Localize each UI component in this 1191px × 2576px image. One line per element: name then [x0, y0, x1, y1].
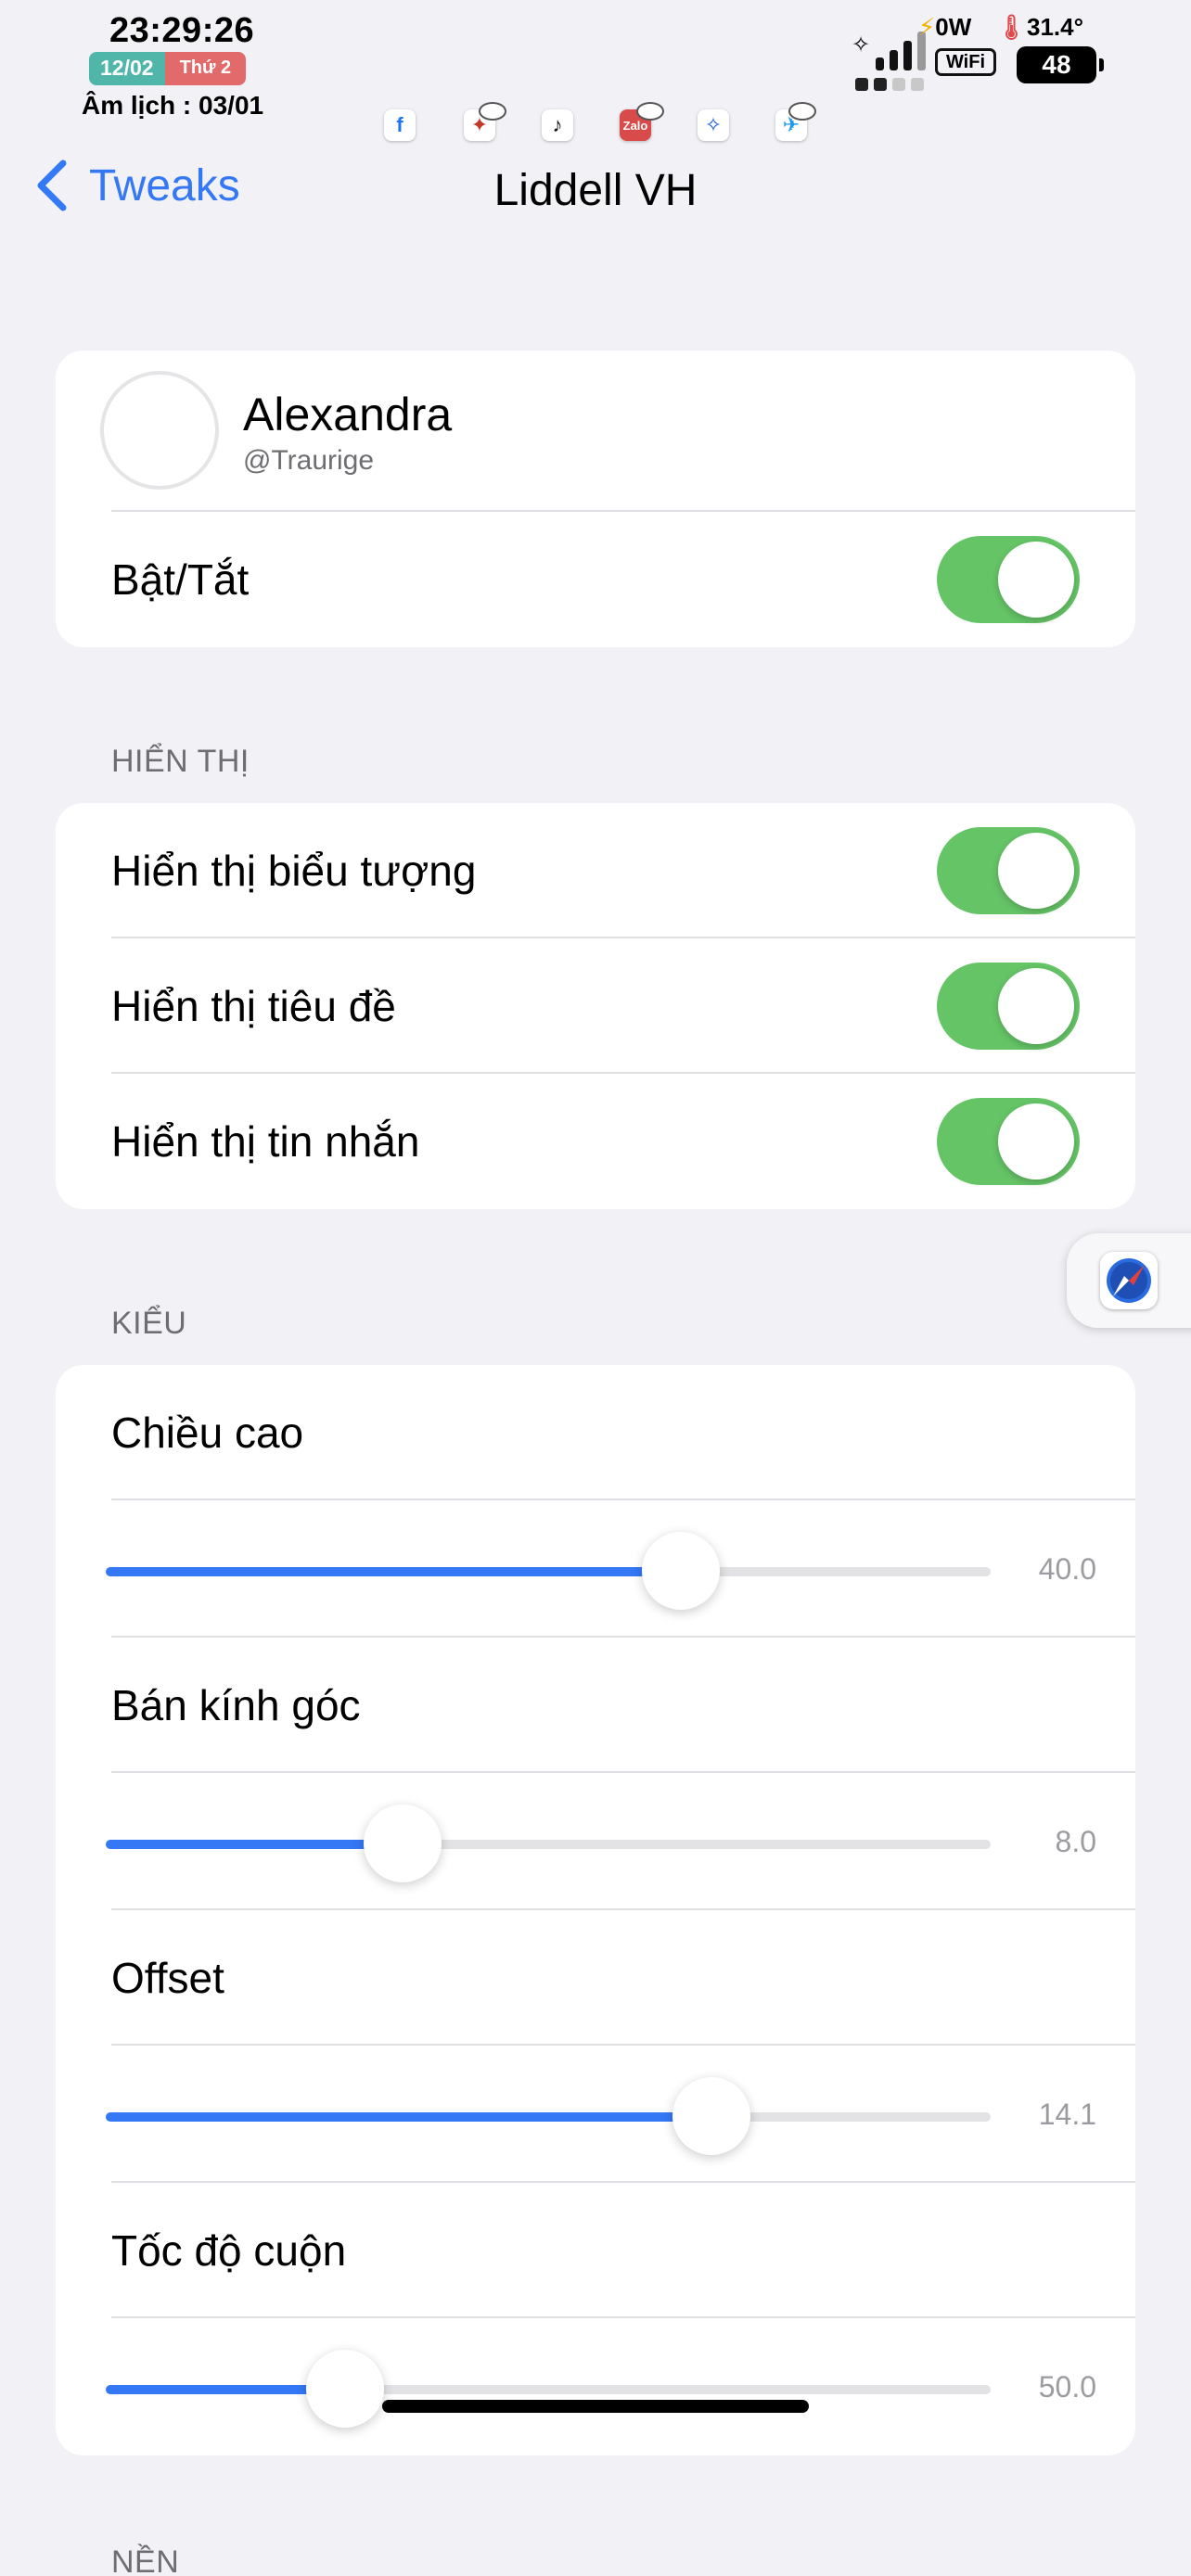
- toggle-row-show-message: Hiển thị tin nhắn: [56, 1074, 1135, 1209]
- profile-group: Alexandra @Traurige Bật/Tắt: [56, 351, 1135, 647]
- tiktok-icon: ♪: [542, 109, 573, 141]
- status-bar: 23:29:26 12/02 Thứ 2 Âm lịch : 03/01 f ✦…: [0, 0, 1191, 141]
- slider-fill: [106, 2112, 712, 2122]
- corner-radius-slider-row: 8.0: [56, 1773, 1135, 1910]
- date-badge: 12/02 Thứ 2: [89, 52, 247, 85]
- display-group: Hiển thị biểu tượng Hiển thị tiêu đề Hiể…: [56, 803, 1135, 1209]
- message-bubble-icon: [479, 102, 506, 121]
- section-header-display: HIỂN THỊ: [111, 744, 250, 779]
- slider-thumb[interactable]: [642, 1532, 721, 1610]
- enable-label: Bật/Tắt: [111, 555, 250, 604]
- slider-label: Tốc độ cuộn: [111, 2226, 347, 2275]
- section-header-style: KIỂU: [111, 1306, 187, 1341]
- slider-label-row: Tốc độ cuộn: [56, 2183, 1135, 2318]
- safari-compass-icon: [1100, 1252, 1158, 1309]
- message-bubble-icon: [788, 102, 816, 121]
- date-text: 12/02: [89, 52, 165, 85]
- slider-label: Chiều cao: [111, 1409, 304, 1457]
- page-title: Liddell VH: [493, 166, 698, 215]
- bolt-icon: ⚡: [918, 13, 936, 41]
- section-header-background: NỀN: [111, 2544, 180, 2576]
- slider-label-row: Offset: [56, 1910, 1135, 2046]
- toggle-row-label: Hiển thị biểu tượng: [111, 847, 477, 895]
- toggle-knob: [998, 968, 1074, 1044]
- toggle-knob: [998, 542, 1074, 618]
- wifi-icon: WiFi: [935, 48, 996, 76]
- slider-thumb[interactable]: [305, 2350, 384, 2428]
- power-readout: ⚡0W: [918, 13, 972, 41]
- lunar-date: Âm lịch : 03/01: [82, 91, 264, 120]
- home-indicator[interactable]: [382, 2400, 809, 2413]
- toggle-row-label: Hiển thị tin nhắn: [111, 1117, 420, 1166]
- slider-thumb[interactable]: [363, 1804, 442, 1882]
- message-bubble-icon: [636, 102, 664, 121]
- show-icon-toggle[interactable]: [937, 827, 1080, 914]
- toggle-knob: [998, 1103, 1074, 1180]
- safari-icon: ✧: [698, 109, 729, 141]
- toggle-row-show-icon: Hiển thị biểu tượng: [56, 803, 1135, 938]
- profile-name: Alexandra: [243, 389, 453, 440]
- thermometer-icon: 🌡: [996, 13, 1028, 41]
- slider-label: Bán kính góc: [111, 1681, 361, 1729]
- avatar: [100, 371, 219, 490]
- scroll-speed-slider-row: 50.0: [56, 2318, 1135, 2455]
- slider-value: 50.0: [1038, 2370, 1096, 2404]
- show-title-toggle[interactable]: [937, 963, 1080, 1050]
- toggle-row-show-title: Hiển thị tiêu đề: [56, 938, 1135, 1074]
- slider-value: 8.0: [1055, 1825, 1096, 1858]
- height-slider-row: 40.0: [56, 1500, 1135, 1638]
- enable-row: Bật/Tắt: [56, 512, 1135, 647]
- facebook-icon: f: [384, 109, 416, 141]
- temperature-readout: 🌡31.4°: [996, 13, 1084, 41]
- profile-row: Alexandra @Traurige: [56, 351, 1135, 512]
- corner-radius-slider[interactable]: [106, 1804, 991, 1882]
- slider-label-row: Bán kính góc: [56, 1638, 1135, 1773]
- toggle-row-label: Hiển thị tiêu đề: [111, 982, 396, 1030]
- weekday-text: Thứ 2: [164, 52, 247, 85]
- style-group: Chiều cao 40.0 Bán kính góc 8.0 Offset 1…: [56, 1365, 1135, 2455]
- status-clock: 23:29:26: [109, 11, 255, 50]
- sim-indicator-icon: [855, 78, 924, 91]
- toggle-knob: [998, 833, 1074, 909]
- enable-toggle[interactable]: [937, 536, 1080, 623]
- slider-value: 40.0: [1038, 1552, 1096, 1586]
- slider-fill: [106, 1840, 403, 1849]
- battery-icon: 48: [1017, 46, 1104, 83]
- slider-fill: [106, 1567, 682, 1576]
- profile-handle: @Traurige: [243, 445, 375, 476]
- cellular-signal-icon: [853, 30, 926, 70]
- floating-shortcut-button[interactable]: [1067, 1233, 1191, 1328]
- slider-value: 14.1: [1038, 2098, 1096, 2131]
- height-slider[interactable]: [106, 1532, 991, 1610]
- slider-thumb[interactable]: [672, 2077, 751, 2155]
- offset-slider-row: 14.1: [56, 2046, 1135, 2183]
- slider-label-row: Chiều cao: [56, 1365, 1135, 1500]
- show-message-toggle[interactable]: [937, 1098, 1080, 1185]
- offset-slider[interactable]: [106, 2077, 991, 2155]
- slider-label: Offset: [111, 1954, 224, 2002]
- scroll-speed-slider[interactable]: [106, 2350, 991, 2428]
